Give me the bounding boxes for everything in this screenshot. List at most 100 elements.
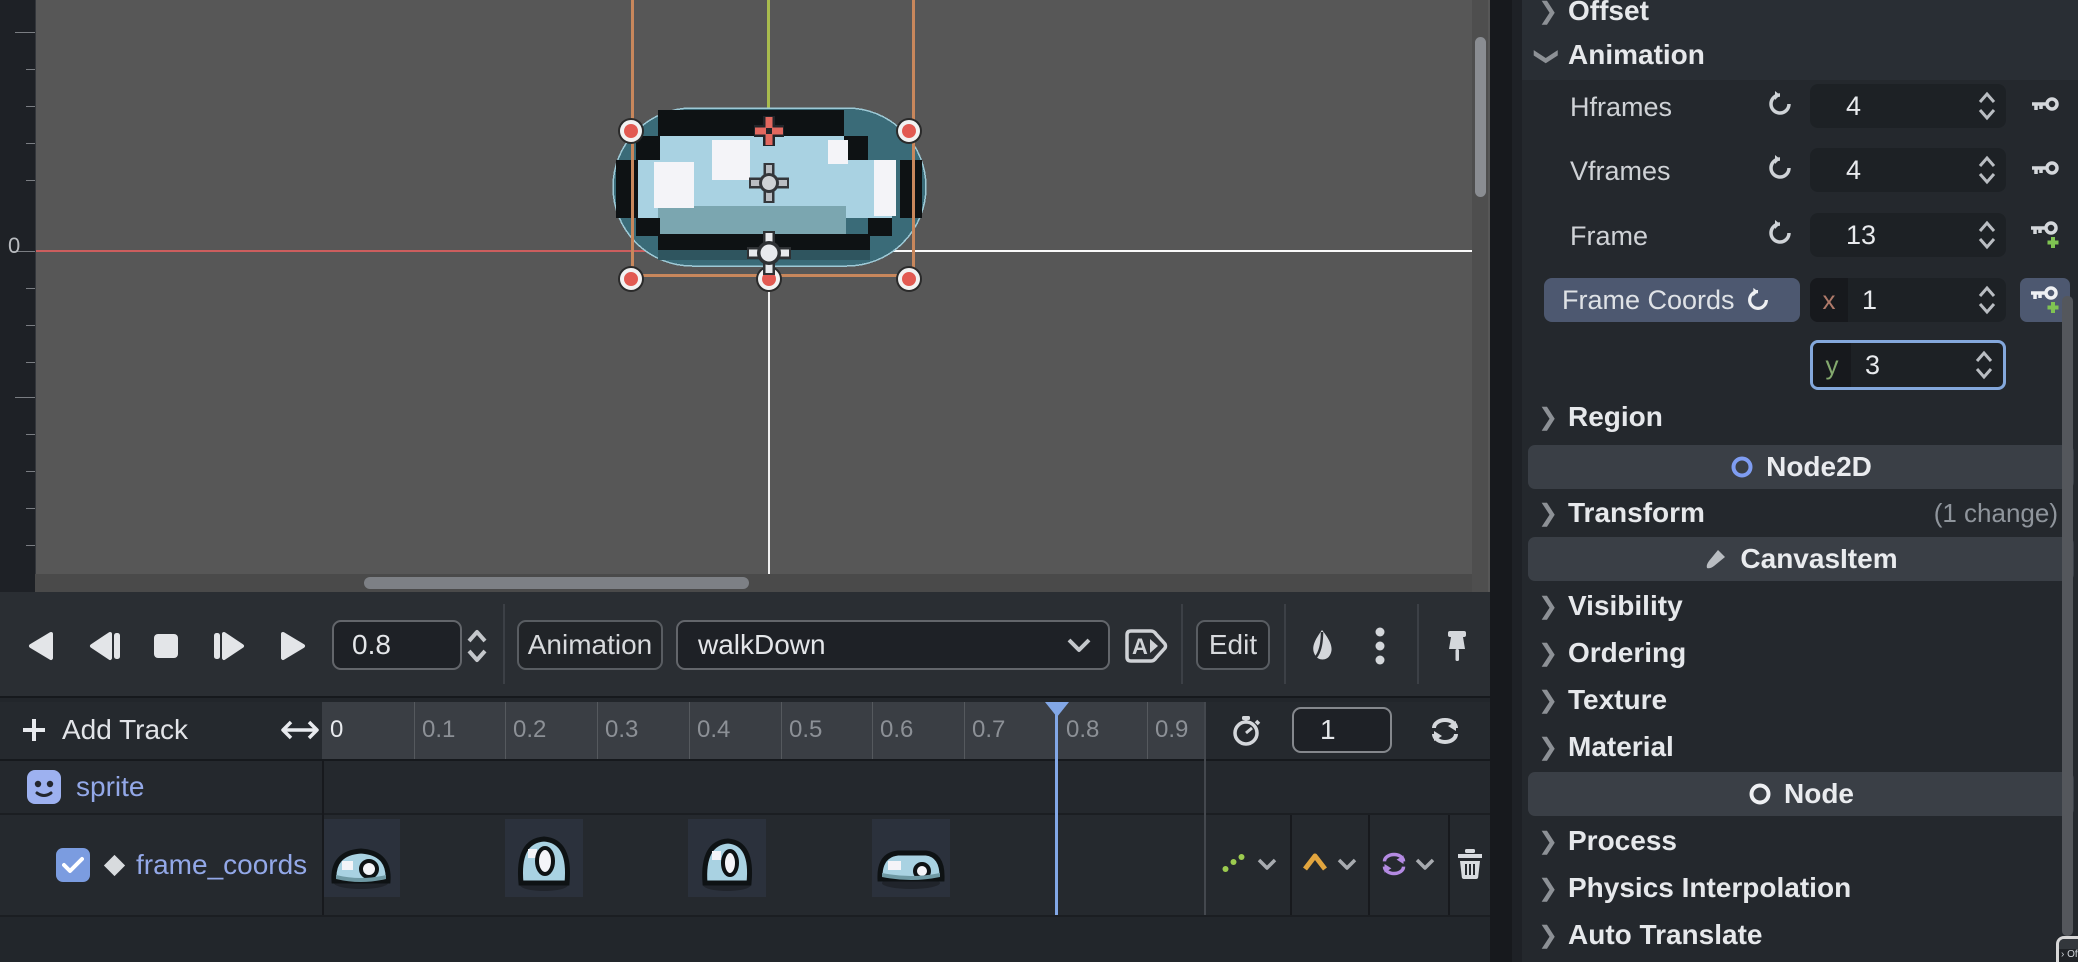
keyframe-thumbnail-1[interactable] <box>505 819 583 897</box>
track-area: Add Track 0 0.1 0.2 0.3 0.4 0.5 0.6 0.7 … <box>0 696 1490 962</box>
spinner-icon[interactable] <box>1976 154 1998 186</box>
track-update-mode-icon[interactable] <box>1222 853 1246 873</box>
hframes-key-button[interactable] <box>2020 84 2070 128</box>
track-enabled-checkbox[interactable] <box>56 848 90 882</box>
sprite2d-icon <box>26 769 62 805</box>
revert-icon[interactable] <box>1766 90 1794 118</box>
frame-label: Frame <box>1570 221 1648 252</box>
center-move-gizmo[interactable] <box>747 161 791 205</box>
animation-length-input[interactable]: 1 <box>1292 707 1392 753</box>
frame-coords-y-input[interactable]: y 3 <box>1810 340 2006 390</box>
category-node[interactable]: Node <box>1528 772 2074 816</box>
track-property-name: frame_coords <box>136 849 307 881</box>
frame-input[interactable]: 13 <box>1810 213 2006 257</box>
section-auto-translate[interactable]: ❯ Auto Translate <box>1522 912 2078 958</box>
track-loop-wrap-icon[interactable] <box>1378 851 1410 877</box>
selection-handle-left[interactable] <box>620 120 642 142</box>
edit-button[interactable]: Edit <box>1196 620 1270 670</box>
tick-label: 0.1 <box>422 716 455 744</box>
origin-move-gizmo[interactable] <box>745 229 793 277</box>
section-animation[interactable]: ❯ Animation <box>1522 32 2078 78</box>
tick-label: 0.5 <box>789 716 822 744</box>
2d-viewport[interactable]: 0 <box>0 0 1490 592</box>
viewport-vscrollbar-thumb[interactable] <box>1475 37 1486 197</box>
play-backwards-button[interactable] <box>16 622 64 670</box>
section-transform[interactable]: ❯ Transform (1 change) <box>1522 490 2078 536</box>
chevron-down-icon: ❯ <box>1533 46 1562 64</box>
tick-label: 0 <box>330 716 343 744</box>
chevron-right-icon: ❯ <box>1538 499 1556 528</box>
more-options-menu-button[interactable] <box>1356 622 1404 670</box>
spinner-icon[interactable] <box>1976 284 1998 316</box>
timeline-ruler[interactable]: Add Track 0 0.1 0.2 0.3 0.4 0.5 0.6 0.7 … <box>0 702 1490 761</box>
play-from-start-button[interactable] <box>205 622 253 670</box>
frame-key-add-button[interactable] <box>2020 213 2070 257</box>
toolbar-separator <box>503 604 505 684</box>
inspector-scrollbar-thumb[interactable] <box>2062 296 2073 936</box>
y-axis-chip: y <box>1813 343 1851 387</box>
track-interpolation-dropdown[interactable] <box>1336 857 1358 871</box>
track-buttons-separator <box>1448 815 1450 915</box>
section-offset[interactable]: ❯ Offset <box>1522 0 2078 34</box>
chevron-right-icon: ❯ <box>1538 827 1556 856</box>
animation-select-dropdown[interactable]: walkDown <box>676 620 1110 670</box>
selection-handle-bottom-left[interactable] <box>620 268 642 290</box>
playhead[interactable] <box>1055 702 1058 915</box>
spinner-icon[interactable] <box>1976 219 1998 251</box>
track-update-mode-dropdown[interactable] <box>1256 857 1278 871</box>
section-material[interactable]: ❯ Material <box>1522 724 2078 770</box>
speed-spinner[interactable] <box>464 628 490 664</box>
vframes-key-button[interactable] <box>2020 148 2070 192</box>
autoplay-on-load-button[interactable]: A <box>1122 622 1170 670</box>
selection-handle-bottom-right[interactable] <box>898 268 920 290</box>
spinner-icon[interactable] <box>1973 349 1995 381</box>
pin-animation-button[interactable] <box>1433 622 1481 670</box>
spinner-icon[interactable] <box>1976 90 1998 122</box>
viewport-hscrollbar-track[interactable] <box>35 574 1472 592</box>
tick-label: 0.3 <box>605 716 638 744</box>
keyframe-thumbnail-0[interactable] <box>322 819 400 897</box>
chevron-right-icon: ❯ <box>1538 686 1556 715</box>
keyframe-thumbnail-3[interactable] <box>872 819 950 897</box>
revert-icon[interactable] <box>1766 219 1794 247</box>
section-texture[interactable]: ❯ Texture <box>1522 677 2078 723</box>
category-node2d[interactable]: Node2D <box>1528 445 2074 489</box>
vframes-label: Vframes <box>1570 156 1671 187</box>
onion-skinning-button[interactable] <box>1298 622 1346 670</box>
selection-handle-right[interactable] <box>898 120 920 142</box>
category-canvasitem[interactable]: CanvasItem <box>1528 537 2074 581</box>
chevron-right-icon: ❯ <box>1538 639 1556 668</box>
frame-coords-x-input[interactable]: x 1 <box>1810 278 2006 322</box>
panel-gap <box>1490 0 1512 962</box>
chevron-right-icon: ❯ <box>1538 592 1556 621</box>
playhead-handle[interactable] <box>1045 702 1069 717</box>
add-track-button[interactable]: Add Track <box>20 708 188 752</box>
play-backwards-from-end-button[interactable] <box>81 622 129 670</box>
section-region[interactable]: ❯ Region <box>1522 394 2078 440</box>
playback-speed-input[interactable]: 0.8 <box>332 620 462 670</box>
revert-icon[interactable] <box>1766 154 1794 182</box>
hframes-input[interactable]: 4 <box>1810 84 2006 128</box>
pan-timeline-icon[interactable] <box>281 718 319 742</box>
delete-track-button[interactable] <box>1456 848 1484 880</box>
keyframe-thumbnail-2[interactable] <box>688 819 766 897</box>
track-interpolation-mode-icon[interactable] <box>1302 851 1328 873</box>
section-process[interactable]: ❯ Process <box>1522 818 2078 864</box>
frame-coords-label-chip[interactable]: Frame Coords <box>1544 278 1800 322</box>
track-header-separator <box>322 761 324 915</box>
track-loop-wrap-dropdown[interactable] <box>1414 857 1436 871</box>
play-button[interactable] <box>270 622 318 670</box>
track-property-row[interactable]: frame_coords <box>0 815 1490 917</box>
viewport-hscrollbar-thumb[interactable] <box>364 577 749 589</box>
revert-icon[interactable] <box>1745 287 1771 313</box>
track-node-row[interactable]: sprite <box>0 761 1490 815</box>
section-visibility[interactable]: ❯ Visibility <box>1522 583 2078 629</box>
animation-menu-button[interactable]: Animation <box>517 620 663 670</box>
chevron-right-icon: ❯ <box>1538 0 1556 26</box>
section-ordering[interactable]: ❯ Ordering <box>1522 630 2078 676</box>
vframes-input[interactable]: 4 <box>1810 148 2006 192</box>
corner-popup: › Offs <box>2056 936 2078 962</box>
stop-button[interactable] <box>142 622 190 670</box>
section-physics-interpolation[interactable]: ❯ Physics Interpolation <box>1522 865 2078 911</box>
loop-animation-button[interactable] <box>1428 716 1462 746</box>
